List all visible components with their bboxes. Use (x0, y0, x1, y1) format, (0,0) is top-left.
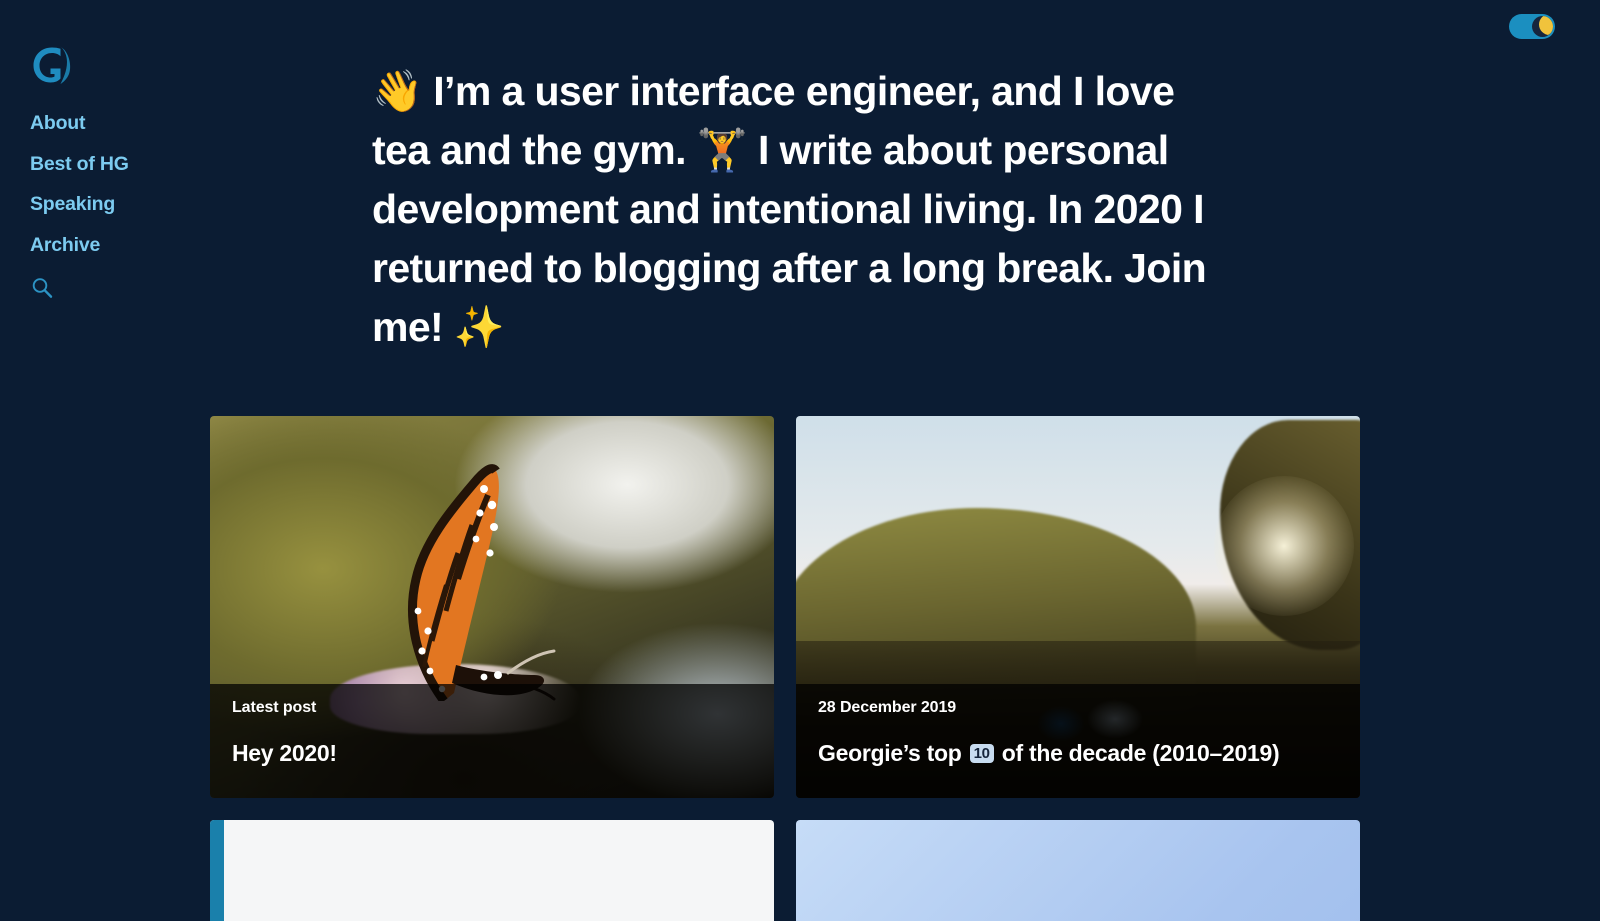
post-card-hey-2020[interactable]: Latest post Hey 2020! (210, 416, 774, 798)
card-title-prefix: Georgie’s top (818, 740, 962, 766)
sidebar-item-best-of-hg[interactable]: Best of HG (30, 154, 200, 175)
main-content: 👋 I’m a user interface engineer, and I l… (210, 0, 1600, 921)
card-title: Georgie’s top 10 of the decade (2010–201… (818, 740, 1338, 766)
post-card-placeholder-sky[interactable] (796, 820, 1360, 921)
sidebar-item-speaking[interactable]: Speaking (30, 194, 200, 215)
sidebar-item-about[interactable]: About (30, 113, 200, 134)
card-caption: 28 December 2019 Georgie’s top 10 of the… (818, 699, 1338, 766)
sidebar: About Best of HG Speaking Archive (30, 44, 200, 300)
card-caption: Latest post Hey 2020! (232, 699, 752, 766)
card-accent-bar (210, 820, 224, 921)
card-title-suffix: of the decade (2010–2019) (1001, 740, 1280, 766)
search-icon[interactable] (30, 276, 54, 300)
butterfly-shape (408, 464, 556, 701)
site-logo-icon[interactable] (30, 44, 74, 90)
card-meta-label: Latest post (232, 699, 317, 716)
post-card-grid: Latest post Hey 2020! 28 December 2019 G… (210, 416, 1400, 921)
sidebar-item-archive[interactable]: Archive (30, 235, 200, 256)
sun-flare-shape (1214, 476, 1354, 616)
keycap-ten-icon: 10 (969, 744, 994, 764)
card-date-label: 28 December 2019 (818, 699, 957, 716)
post-card-top-10-decade[interactable]: 28 December 2019 Georgie’s top 10 of the… (796, 416, 1360, 798)
card-title: Hey 2020! (232, 740, 337, 766)
page-intro-heading: 👋 I’m a user interface engineer, and I l… (372, 68, 1207, 351)
post-card-placeholder-light[interactable] (210, 820, 774, 921)
